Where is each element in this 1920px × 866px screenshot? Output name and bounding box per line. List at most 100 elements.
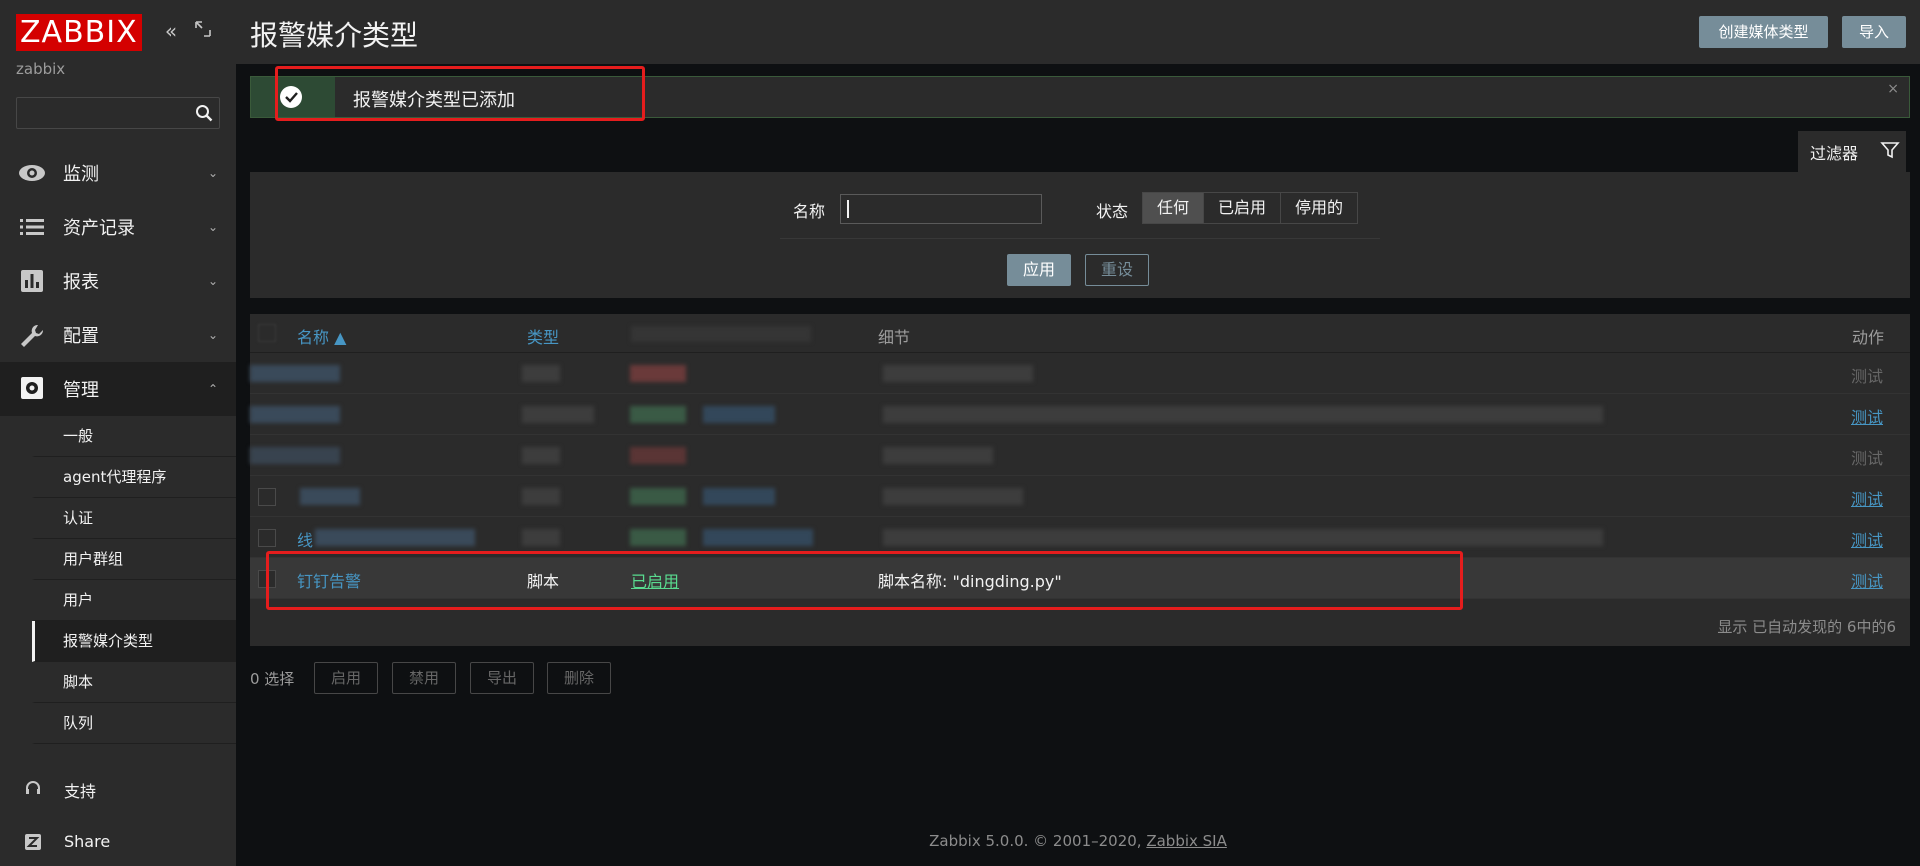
- submenu-authentication[interactable]: 认证: [32, 498, 236, 539]
- filter-status-label: 状态: [1096, 202, 1129, 221]
- create-media-type-button[interactable]: 创建媒体类型: [1699, 16, 1828, 48]
- test-link[interactable]: 测试: [1851, 568, 1883, 592]
- kiosk-mode-icon[interactable]: [192, 20, 214, 42]
- submenu-media-types[interactable]: 报警媒介类型: [32, 621, 236, 662]
- redacted-type: [522, 406, 594, 423]
- submenu-users[interactable]: 用户: [32, 580, 236, 621]
- menu-label: 配置: [63, 326, 99, 347]
- submenu-user-groups[interactable]: 用户群组: [32, 539, 236, 580]
- export-button[interactable]: 导出: [470, 662, 534, 694]
- sidebar-search-input[interactable]: [16, 97, 220, 129]
- filter-name-label: 名称: [793, 202, 826, 221]
- list-icon: [20, 219, 44, 235]
- funnel-icon: [1880, 142, 1900, 159]
- redacted-name: [250, 447, 340, 464]
- table-row: 测试: [250, 476, 1910, 517]
- support-label: 支持: [64, 782, 97, 801]
- zabbix-logo[interactable]: ZABBIX: [16, 14, 142, 51]
- disable-button[interactable]: 禁用: [392, 662, 456, 694]
- search-icon[interactable]: [195, 104, 213, 122]
- test-link[interactable]: 测试: [1851, 486, 1883, 510]
- chevron-down-icon: ⌄: [208, 274, 219, 288]
- submenu-scripts[interactable]: 脚本: [32, 662, 236, 703]
- redacted-details: [883, 447, 993, 464]
- page-header: 报警媒介类型 创建媒体类型 导入: [236, 0, 1920, 64]
- delete-button[interactable]: 删除: [547, 662, 611, 694]
- redacted-status-extra: [703, 529, 813, 546]
- column-header-type[interactable]: 类型: [527, 324, 559, 348]
- menu-label: 资产记录: [63, 218, 135, 239]
- menu-monitoring[interactable]: 监测 ⌄: [0, 146, 236, 200]
- redacted-status: [630, 406, 686, 423]
- table-row: 测试: [250, 394, 1910, 435]
- test-link[interactable]: 测试: [1851, 404, 1883, 428]
- test-link[interactable]: 测试: [1851, 527, 1883, 551]
- filter-name-input[interactable]: [840, 194, 1042, 224]
- table-row: 测试: [250, 435, 1910, 476]
- menu-label: 管理: [63, 380, 99, 401]
- apply-button[interactable]: 应用: [1007, 254, 1071, 286]
- redacted-status: [630, 488, 686, 505]
- sidebar: ZABBIX « zabbix 监测 ⌄ 资产记录 ⌄ 报表 ⌄ 配置 ⌄ 管理…: [0, 0, 236, 866]
- submenu-queue[interactable]: 队列: [32, 703, 236, 744]
- footer-link[interactable]: Zabbix SIA: [1146, 832, 1227, 850]
- redacted-name: [250, 365, 340, 382]
- close-icon[interactable]: ×: [1887, 81, 1899, 97]
- test-link: 测试: [1851, 367, 1884, 386]
- redacted-type: [522, 529, 560, 546]
- import-button[interactable]: 导入: [1842, 16, 1906, 48]
- redacted-type: [522, 447, 560, 464]
- menu-inventory[interactable]: 资产记录 ⌄: [0, 200, 236, 254]
- support-link[interactable]: 支持: [0, 768, 236, 808]
- sidebar-user: zabbix: [16, 60, 66, 78]
- collapse-sidebar-icon[interactable]: «: [160, 20, 182, 42]
- redacted-type: [522, 488, 560, 505]
- status-option-disabled[interactable]: 停用的: [1281, 193, 1358, 223]
- row-name-fragment[interactable]: 线: [297, 527, 313, 551]
- annotation-highlight: [266, 551, 1463, 610]
- zabbix-share-icon: [25, 834, 41, 850]
- column-header-status-redacted: [631, 326, 811, 342]
- redacted-details: [883, 529, 1603, 546]
- select-all-checkbox[interactable]: [258, 324, 276, 342]
- redacted-name: [315, 529, 475, 546]
- row-checkbox[interactable]: [258, 488, 276, 506]
- status-option-enabled[interactable]: 已启用: [1204, 193, 1282, 223]
- redacted-details: [883, 406, 1603, 423]
- filter-tab[interactable]: 过滤器: [1798, 131, 1906, 173]
- enable-button[interactable]: 启用: [314, 662, 378, 694]
- menu-label: 报表: [63, 272, 99, 293]
- reset-button[interactable]: 重设: [1085, 254, 1149, 286]
- chevron-up-icon: ⌃: [208, 382, 219, 396]
- menu-label: 监测: [63, 164, 99, 185]
- menu-administration[interactable]: 管理 ⌃: [0, 362, 236, 416]
- gear-icon: [21, 377, 43, 399]
- filter-divider: [780, 238, 1380, 239]
- page-title: 报警媒介类型: [250, 19, 419, 52]
- redacted-status: [630, 365, 686, 382]
- sidebar-bottom: 支持 Share: [0, 746, 236, 866]
- submenu-proxies[interactable]: agent代理程序: [32, 457, 236, 498]
- submenu-general[interactable]: 一般: [32, 416, 236, 457]
- column-header-actions: 动作: [1852, 328, 1885, 347]
- table-count-footer: 显示 已自动发现的 6中的6: [1717, 618, 1896, 636]
- text-cursor: [847, 200, 849, 218]
- menu-reports[interactable]: 报表 ⌄: [0, 254, 236, 308]
- share-link[interactable]: Share: [0, 822, 236, 862]
- bar-chart-icon: [21, 270, 43, 292]
- column-header-name[interactable]: 名称 ▲: [297, 324, 346, 348]
- row-checkbox[interactable]: [258, 529, 276, 547]
- wrench-icon: [21, 324, 44, 347]
- status-option-any[interactable]: 任何: [1143, 193, 1205, 223]
- menu-configuration[interactable]: 配置 ⌄: [0, 308, 236, 362]
- redacted-status-extra: [703, 406, 775, 423]
- filter-panel: 名称 状态 任何 已启用 停用的 应用 重设: [250, 172, 1910, 298]
- redacted-status: [630, 447, 686, 464]
- share-label: Share: [64, 832, 111, 851]
- admin-submenu: 一般 agent代理程序 认证 用户群组 用户 报警媒介类型 脚本 队列: [32, 416, 236, 744]
- eye-icon: [19, 165, 45, 181]
- filter-tab-label: 过滤器: [1810, 144, 1859, 163]
- selected-count: 0 选择: [250, 670, 295, 688]
- page-footer: Zabbix 5.0.0. © 2001–2020, Zabbix SIA: [236, 832, 1920, 850]
- redacted-status-extra: [703, 488, 775, 505]
